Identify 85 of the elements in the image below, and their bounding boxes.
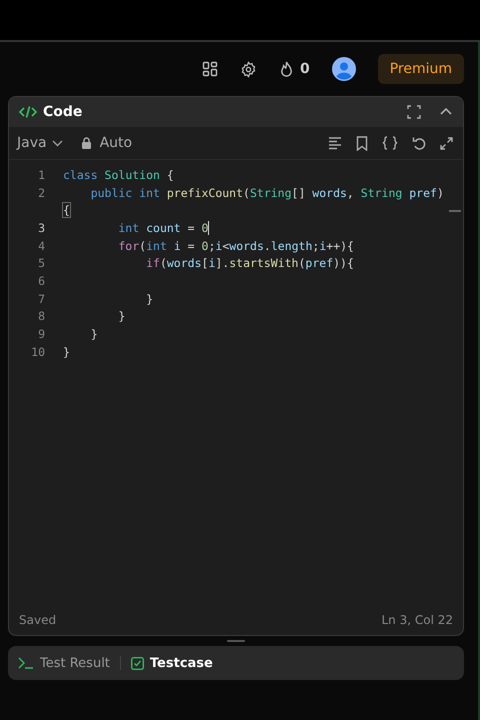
code-token: =: [186, 238, 196, 253]
code-token: }: [63, 344, 70, 359]
code-token: length: [270, 238, 312, 253]
line-number: 1: [37, 168, 46, 182]
text-cursor: [208, 220, 210, 235]
code-token: String: [250, 186, 292, 200]
code-token: int: [117, 220, 140, 235]
code-token: )){: [333, 256, 354, 270]
line-number: 5: [37, 256, 46, 270]
terminal-icon: [18, 657, 34, 669]
flame-icon[interactable]: [278, 60, 294, 78]
code-token: (: [298, 256, 306, 270]
code-token: }: [90, 327, 98, 342]
code-token: <: [222, 238, 230, 253]
code-token: 0: [202, 220, 208, 235]
code-token: ;: [312, 238, 320, 253]
code-token: i: [208, 256, 216, 270]
scrollbar-marker: [449, 210, 461, 212]
code-token: String: [360, 186, 402, 200]
code-token: []: [292, 186, 306, 200]
format-icon[interactable]: [328, 136, 342, 150]
cursor-position: Ln 3, Col 22: [381, 613, 453, 627]
code-token: pref: [305, 256, 334, 270]
code-token: i: [174, 238, 181, 253]
line-number: 7: [37, 292, 46, 306]
code-token: (: [243, 186, 250, 200]
mode-label: Auto: [100, 135, 132, 151]
expand-icon[interactable]: [440, 136, 453, 150]
panel-tab[interactable]: Test Result: [18, 656, 110, 670]
code-token: i: [319, 238, 326, 253]
chevron-down-icon: [52, 140, 63, 146]
line-number: 10: [30, 344, 46, 359]
code-token: {: [63, 203, 70, 218]
premium-button[interactable]: Premium: [378, 54, 464, 84]
code-token: ): [436, 186, 444, 200]
code-token: words: [312, 186, 347, 200]
streak-count: 0: [300, 61, 310, 77]
code-icon: [19, 105, 37, 119]
panel-title: Code: [43, 104, 82, 120]
lock-icon: [80, 137, 92, 149]
code-token: [: [202, 256, 208, 270]
code-token: ].: [215, 256, 230, 270]
code-token: pref: [408, 186, 437, 200]
code-token: =: [186, 220, 196, 235]
code-token: (: [160, 256, 167, 270]
line-number: 6: [37, 274, 46, 288]
code-token: 0: [202, 238, 208, 253]
code-token: (: [139, 238, 146, 253]
layout-icon[interactable]: [202, 61, 218, 77]
code-token: class: [63, 168, 99, 182]
code-editor[interactable]: 1 class Solution { 2 public int prefixCount(String[] words, String pref) { 3 int count = 0 4 for(int i = 0;i<words.length;i++){ 5 if(words[i].startsWith(pref)){ 6 7 } 8 } 9 } 10 }: [9, 160, 463, 605]
code-token: public int: [90, 186, 161, 200]
code-token: for: [117, 238, 140, 253]
line-number: 9: [37, 327, 46, 342]
code-token: ;: [208, 238, 216, 253]
checkbox-icon: [130, 656, 144, 670]
language-dropdown[interactable]: Java: [17, 135, 63, 151]
settings-icon[interactable]: [240, 60, 257, 78]
code-token: prefixCount: [166, 186, 244, 200]
line-number: 2: [37, 186, 46, 200]
code-token: Solution: [104, 168, 160, 182]
line-number: 8: [37, 309, 46, 324]
panel-tab[interactable]: Testcase: [130, 656, 213, 670]
fullscreen-icon[interactable]: [407, 105, 421, 119]
resize-handle[interactable]: [227, 640, 245, 642]
code-token: ++){: [326, 238, 354, 253]
avatar-icon[interactable]: [332, 57, 356, 81]
code-token: }: [117, 309, 126, 324]
code-token: int: [146, 238, 168, 253]
code-token: .: [264, 238, 271, 253]
code-token: ,: [346, 186, 355, 200]
code-token: }: [145, 292, 154, 306]
braces-icon[interactable]: [382, 136, 398, 150]
code-token: {: [166, 168, 174, 182]
code-token: words: [166, 256, 202, 270]
code-token: count: [146, 220, 181, 235]
bookmark-icon[interactable]: [356, 136, 368, 150]
save-status: Saved: [19, 613, 56, 627]
code-token: startsWith: [229, 256, 298, 270]
line-number: 4: [37, 238, 46, 253]
undo-icon[interactable]: [412, 136, 426, 150]
code-token: i: [215, 238, 222, 253]
line-number: 3: [37, 220, 46, 235]
code-token: words: [229, 238, 264, 253]
code-token: if: [145, 256, 160, 270]
